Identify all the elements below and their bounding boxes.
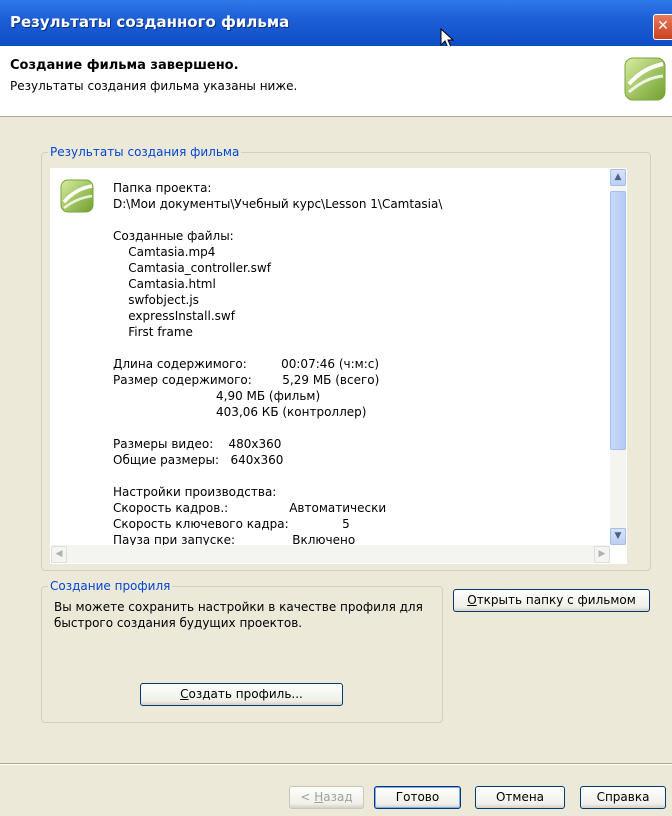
result-line: expressInstall.swf — [113, 309, 235, 323]
header-subtitle: Результаты создания фильма указаны ниже. — [10, 79, 298, 93]
scroll-right-icon[interactable]: ▶ — [594, 546, 610, 563]
result-line: Настройки производства: — [113, 485, 277, 499]
wizard-header: Создание фильма завершено. Результаты со… — [0, 46, 672, 117]
results-group: Результаты создания фильма Папка проекта… — [41, 145, 651, 571]
result-line — [113, 340, 442, 356]
create-profile-label: оздать профиль... — [188, 687, 303, 701]
scroll-left-icon[interactable]: ◀ — [51, 546, 67, 563]
result-line: Camtasia.mp4 — [113, 245, 216, 259]
result-line: Скорость кадров.: Автоматически — [113, 501, 387, 515]
result-line: Общие размеры: 640x360 — [113, 453, 284, 467]
header-title: Создание фильма завершено. — [10, 58, 239, 73]
profile-group-label: Создание профиля — [48, 579, 173, 593]
back-button[interactable]: < Назад — [289, 786, 364, 809]
results-box: Папка проекта: D:\Мои документы\Учебный … — [50, 168, 627, 564]
window-title: Результаты созданного фильма — [10, 13, 290, 31]
results-text-area: Папка проекта: D:\Мои документы\Учебный … — [51, 169, 610, 545]
result-line: Размер содержимого: 5,29 МБ (всего) — [113, 373, 380, 387]
close-icon: ✕ — [657, 18, 669, 34]
finish-button[interactable]: Готово — [374, 786, 461, 809]
result-line: swfobject.js — [113, 293, 199, 307]
results-lines: Папка проекта: D:\Мои документы\Учебный … — [113, 180, 442, 545]
camtasia-logo-icon — [624, 57, 666, 101]
result-line: Папка проекта: — [113, 181, 212, 195]
result-line — [113, 468, 442, 484]
open-folder-mnemonic: О — [467, 593, 477, 607]
result-line: Размеры видео: 480x360 — [113, 437, 282, 451]
result-line: Созданные файлы: — [113, 229, 234, 243]
result-line: Пауза при запуске: Включено — [113, 533, 356, 545]
help-button[interactable]: Справка — [580, 786, 666, 809]
profile-description: Вы можете сохранить настройки в качестве… — [54, 600, 423, 630]
result-line: Camtasia.html — [113, 277, 216, 291]
result-line: Camtasia_controller.swf — [113, 261, 271, 275]
create-profile-button[interactable]: Создать профиль... — [140, 683, 343, 706]
result-line — [113, 212, 442, 228]
close-button[interactable]: ✕ — [653, 14, 672, 40]
horizontal-scrollbar[interactable]: ◀ ▶ — [51, 545, 610, 563]
result-line: Длина содержимого: 00:07:46 (ч:м:с) — [113, 357, 380, 371]
result-line — [113, 420, 442, 436]
vertical-scroll-thumb[interactable] — [610, 191, 626, 450]
result-line: D:\Мои документы\Учебный курс\Lesson 1\C… — [113, 197, 443, 211]
open-folder-label: ткрыть папку с фильмом — [476, 593, 636, 607]
vertical-scrollbar[interactable]: ▲ ▼ — [610, 169, 626, 545]
title-bar: Результаты созданного фильма ✕ — [0, 0, 672, 46]
open-folder-button[interactable]: Открыть папку с фильмом — [453, 589, 650, 612]
cancel-button[interactable]: Отмена — [475, 786, 565, 809]
result-line: Скорость ключевого кадра: 5 — [113, 517, 350, 531]
scroll-up-icon[interactable]: ▲ — [610, 169, 626, 186]
back-mnemonic: Н — [314, 790, 324, 804]
result-line: 4,90 МБ (фильм) — [113, 389, 321, 403]
create-profile-mnemonic: С — [180, 687, 189, 701]
scroll-down-icon[interactable]: ▼ — [610, 528, 626, 545]
results-group-label: Результаты создания фильма — [48, 145, 242, 159]
result-line: First frame — [113, 325, 193, 339]
back-label: азад — [323, 790, 353, 804]
footer-divider — [0, 763, 672, 765]
result-line: 403,06 КБ (контроллер) — [113, 405, 367, 419]
camtasia-logo-icon — [60, 179, 94, 213]
back-prefix: < — [300, 790, 315, 804]
profile-group: Создание профиля Вы можете сохранить нас… — [41, 579, 443, 723]
